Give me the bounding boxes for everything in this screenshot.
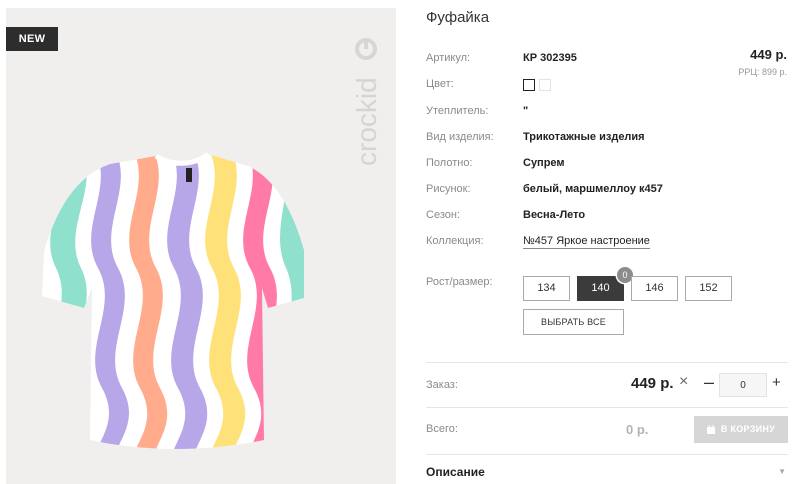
svg-text:crockid: crockid (351, 77, 382, 166)
attr-value-fabric: Супрем (523, 157, 565, 169)
total-label: Всего: (426, 423, 458, 435)
multiply-icon: × (679, 373, 689, 390)
add-to-cart-button[interactable]: В КОРЗИНУ (694, 416, 788, 443)
attr-value-item-type: Трикотажные изделия (523, 131, 645, 143)
cart-icon (706, 425, 715, 435)
product-gallery: NEW crockid (6, 8, 396, 484)
quantity-input[interactable] (719, 373, 767, 397)
product-info: Фуфайка 449 р. РРЦ: 899 р. Артикул: КР 3… (426, 0, 788, 484)
attr-value-insulation: " (523, 105, 529, 117)
quantity-decrease-button[interactable]: – (704, 372, 714, 392)
order-label: Заказ: (426, 379, 458, 391)
attr-value-season: Весна-Лето (523, 209, 586, 221)
size-option-152[interactable]: 152 (685, 276, 732, 301)
description-toggle[interactable]: Описание (426, 465, 485, 479)
order-price: 449 р. (631, 375, 674, 392)
total-value: 0 р. (626, 422, 649, 437)
add-to-cart-label: В КОРЗИНУ (720, 424, 776, 434)
color-swatch-selected[interactable] (523, 79, 535, 91)
size-option-146[interactable]: 146 (631, 276, 678, 301)
collection-link[interactable]: №457 Яркое настроение (523, 235, 650, 249)
size-option-140[interactable]: 140 (577, 276, 624, 301)
size-label: Рост/размер: (426, 276, 493, 288)
attr-label-collection: Коллекция: (426, 235, 484, 247)
quantity-increase-button[interactable]: + (772, 373, 781, 393)
attr-value-pattern: белый, маршмеллоу к457 (523, 183, 663, 195)
product-image (42, 151, 304, 449)
product-title: Фуфайка (426, 9, 490, 26)
recommended-price: РРЦ: 899 р. (738, 67, 787, 77)
attr-label-insulation: Утеплитель: (426, 105, 489, 117)
attr-value-article: КР 302395 (523, 52, 577, 64)
select-all-sizes-button[interactable]: ВЫБРАТЬ ВСЕ (523, 309, 624, 335)
attr-label-color: Цвет: (426, 78, 454, 90)
color-swatch[interactable] (539, 79, 551, 91)
chevron-down-icon[interactable]: ▼ (778, 467, 786, 476)
attr-label-season: Сезон: (426, 209, 460, 221)
product-price: 449 р. (750, 47, 787, 62)
attr-label-fabric: Полотно: (426, 157, 473, 169)
attr-label-item-type: Вид изделия: (426, 131, 494, 143)
size-option-134[interactable]: 134 (523, 276, 570, 301)
attr-label-article: Артикул: (426, 52, 471, 64)
divider (426, 362, 788, 363)
divider (426, 454, 788, 455)
attr-label-pattern: Рисунок: (426, 183, 471, 195)
divider (426, 407, 788, 408)
new-badge: NEW (6, 27, 58, 51)
crockid-logo: crockid (351, 38, 382, 166)
